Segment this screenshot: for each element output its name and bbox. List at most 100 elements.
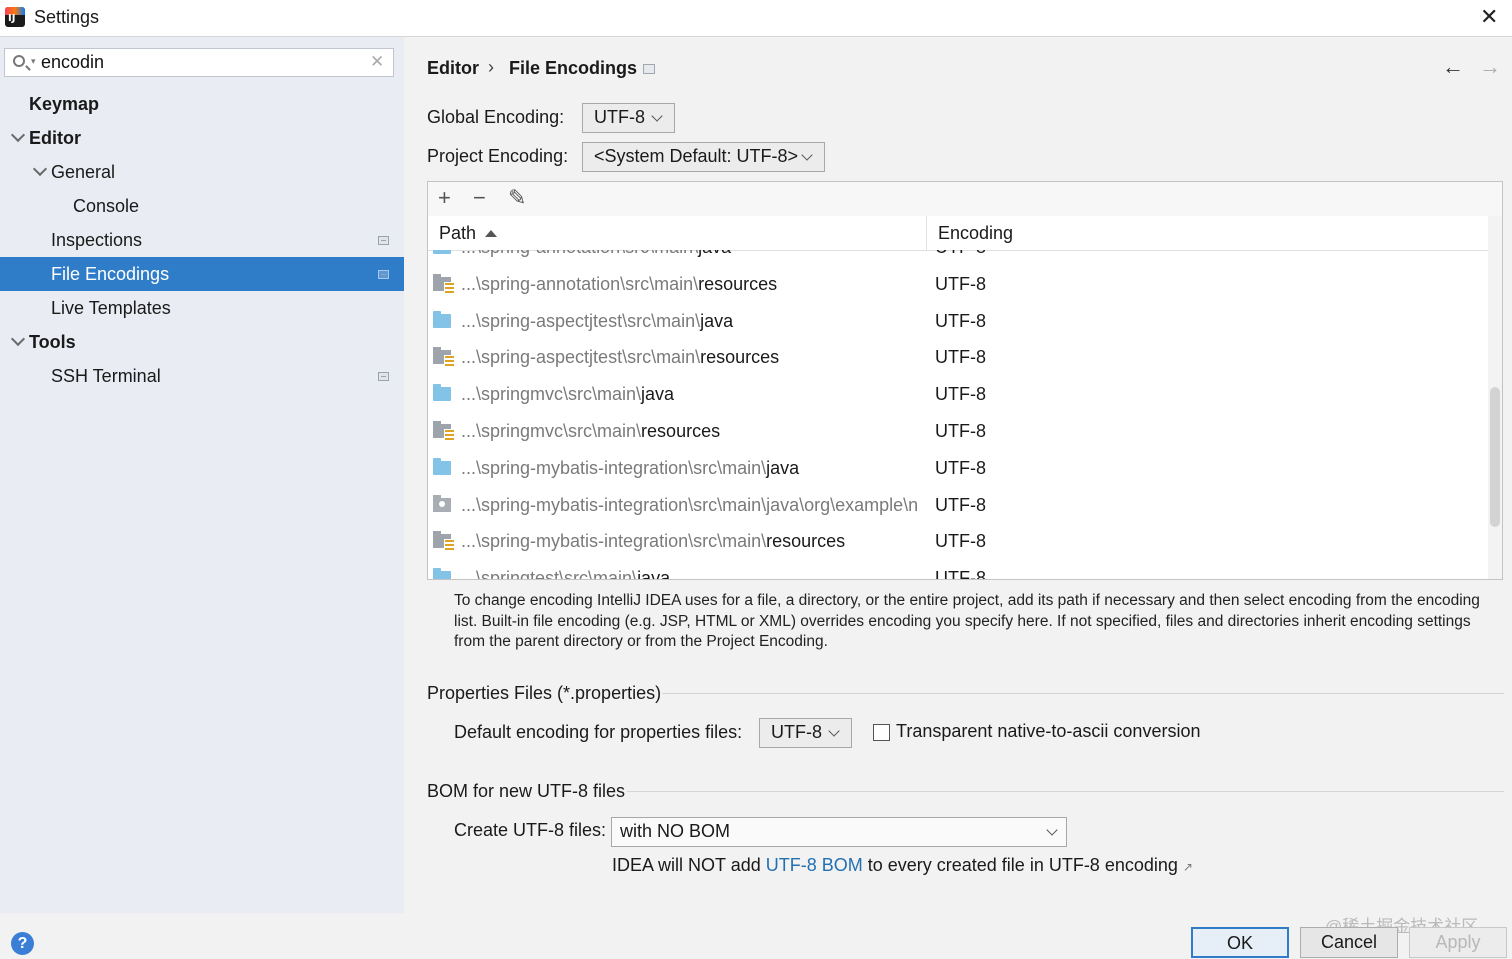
sidebar-item-keymap[interactable]: Keymap xyxy=(0,87,404,121)
chevron-down-icon[interactable] xyxy=(32,161,48,177)
row-path: ...\spring-mybatis-integration\src\main\… xyxy=(461,531,926,552)
row-encoding[interactable]: UTF-8 xyxy=(935,495,986,516)
table-row[interactable]: ...\springtest\src\main\java UTF-8 xyxy=(428,560,1488,579)
table-row[interactable]: ...\spring-annotation\src\main\java UTF-8 xyxy=(428,250,1488,266)
apply-button[interactable]: Apply xyxy=(1409,927,1507,958)
forward-arrow-icon[interactable]: → xyxy=(1479,54,1501,80)
search-icon[interactable] xyxy=(13,55,25,67)
properties-section-title: Properties Files (*.properties) xyxy=(427,683,662,703)
chevron-down-icon xyxy=(1046,824,1058,836)
table-row[interactable]: ...\spring-mybatis-integration\src\main\… xyxy=(428,487,1488,524)
row-path-name: java xyxy=(637,568,671,579)
breadcrumb-editor[interactable]: Editor xyxy=(427,58,479,79)
edit-icon[interactable]: ✎ xyxy=(508,185,526,211)
sidebar-item-label: General xyxy=(51,162,116,182)
row-path-name: resources xyxy=(698,273,778,294)
external-link-icon[interactable]: ↗ xyxy=(1183,860,1193,874)
add-icon[interactable]: + xyxy=(438,185,451,211)
row-encoding[interactable]: UTF-8 xyxy=(935,384,986,405)
row-encoding[interactable]: UTF-8 xyxy=(935,458,986,479)
chevron-down-icon[interactable] xyxy=(10,331,26,347)
row-path-name: java xyxy=(641,384,675,405)
sidebar-item-label: SSH Terminal xyxy=(51,366,161,386)
transparent-conversion-label[interactable]: Transparent native-to-ascii conversion xyxy=(896,721,1200,742)
create-utf8-select[interactable]: with NO BOM xyxy=(611,817,1067,847)
ok-button[interactable]: OK xyxy=(1191,927,1289,958)
sidebar-item-console[interactable]: Console xyxy=(0,189,404,223)
table-row[interactable]: ...\springmvc\src\main\resources UTF-8 xyxy=(428,413,1488,450)
search-input[interactable] xyxy=(41,51,361,74)
table-row[interactable]: ...\spring-aspectjtest\src\main\java UTF-… xyxy=(428,303,1488,340)
chevron-down-icon xyxy=(801,149,813,161)
row-encoding[interactable]: UTF-8 xyxy=(935,274,986,295)
row-encoding[interactable]: UTF-8 xyxy=(935,347,986,368)
intellij-idea-icon xyxy=(5,7,25,27)
row-path-name: resources xyxy=(766,531,846,552)
scrollbar-thumb[interactable] xyxy=(1490,387,1500,527)
table-row[interactable]: ...\springmvc\src\main\java UTF-8 xyxy=(428,376,1488,413)
row-encoding[interactable]: UTF-8 xyxy=(935,531,986,552)
project-level-icon xyxy=(378,236,389,245)
chevron-down-icon xyxy=(828,725,840,737)
column-header-encoding[interactable]: Encoding xyxy=(938,223,1013,244)
java-folder-icon xyxy=(433,384,451,402)
java-folder-icon xyxy=(433,250,451,254)
cancel-button[interactable]: Cancel xyxy=(1300,927,1398,958)
row-path-prefix: ...\spring-annotation\src\main\ xyxy=(461,273,699,294)
transparent-conversion-checkbox[interactable] xyxy=(873,724,890,741)
row-path: ...\springtest\src\main\java xyxy=(461,568,926,579)
back-arrow-icon[interactable]: ← xyxy=(1442,54,1464,80)
row-path: ...\spring-annotation\src\main\java xyxy=(461,250,926,258)
table-row[interactable]: ...\spring-annotation\src\main\resources… xyxy=(428,266,1488,303)
row-path-name: java xyxy=(766,457,800,478)
table-row[interactable]: ...\spring-mybatis-integration\src\main\… xyxy=(428,450,1488,487)
row-path-prefix: ...\spring-mybatis-integration\src\main\ xyxy=(461,457,767,478)
settings-search-box[interactable]: ▾ ✕ xyxy=(4,48,394,77)
table-row[interactable]: ...\spring-aspectjtest\src\main\resource… xyxy=(428,339,1488,376)
bom-note: IDEA will NOT add UTF-8 BOM to every cre… xyxy=(612,855,1193,876)
resources-folder-icon xyxy=(433,347,455,370)
sidebar-item-editor[interactable]: Editor xyxy=(0,121,404,155)
sidebar-item-general[interactable]: General xyxy=(0,155,404,189)
close-icon[interactable]: ✕ xyxy=(1480,4,1498,30)
properties-encoding-label: Default encoding for properties files: xyxy=(454,722,743,742)
project-encoding-select[interactable]: <System Default: UTF-8> xyxy=(582,142,825,172)
chevron-down-icon[interactable] xyxy=(10,127,26,143)
package-folder-icon xyxy=(433,494,451,512)
properties-encoding-select[interactable]: UTF-8 xyxy=(759,718,852,748)
sidebar-item-label: Live Templates xyxy=(51,298,171,318)
sidebar-item-live-templates[interactable]: Live Templates xyxy=(0,291,404,325)
sidebar-item-inspections[interactable]: Inspections xyxy=(0,223,404,257)
sort-ascending-icon[interactable] xyxy=(485,230,497,237)
row-path-name: resources xyxy=(700,347,780,368)
row-encoding[interactable]: UTF-8 xyxy=(935,311,986,332)
sidebar-item-label: Console xyxy=(73,196,140,216)
row-encoding[interactable]: UTF-8 xyxy=(935,568,986,579)
global-encoding-select[interactable]: UTF-8 xyxy=(582,103,675,133)
remove-icon[interactable]: − xyxy=(473,185,486,211)
project-encoding-value: <System Default: UTF-8> xyxy=(594,146,799,166)
sidebar-item-ssh-terminal[interactable]: SSH Terminal xyxy=(0,359,404,393)
search-history-arrow-icon[interactable]: ▾ xyxy=(31,56,36,67)
window-title: Settings xyxy=(34,7,100,27)
column-divider[interactable] xyxy=(926,216,927,250)
table-row[interactable]: ...\spring-mybatis-integration\src\main\… xyxy=(428,523,1488,560)
bom-note-text: to every created file in UTF-8 encoding xyxy=(862,855,1178,875)
row-encoding[interactable]: UTF-8 xyxy=(935,421,986,442)
row-path-prefix: ...\springmvc\src\main\ xyxy=(461,421,642,441)
sidebar-item-tools[interactable]: Tools xyxy=(0,325,404,359)
column-header-path[interactable]: Path xyxy=(439,223,476,244)
properties-encoding-value: UTF-8 xyxy=(771,722,822,742)
sidebar-item-file-encodings[interactable]: File Encodings xyxy=(0,257,404,291)
clear-search-icon[interactable]: ✕ xyxy=(370,52,384,72)
java-folder-icon xyxy=(433,457,451,475)
utf8-bom-link[interactable]: UTF-8 BOM xyxy=(766,855,863,875)
row-encoding[interactable]: UTF-8 xyxy=(935,250,986,258)
sidebar-item-label: Tools xyxy=(29,332,76,352)
help-button[interactable]: ? xyxy=(11,932,34,955)
row-path: ...\spring-mybatis-integration\src\main\… xyxy=(461,458,926,479)
row-path: ...\springmvc\src\main\resources xyxy=(461,421,926,442)
row-path-prefix: ...\springtest\src\main\ xyxy=(461,568,638,579)
row-path: ...\spring-mybatis-integration\src\main\… xyxy=(461,495,926,516)
java-folder-icon xyxy=(433,568,451,579)
